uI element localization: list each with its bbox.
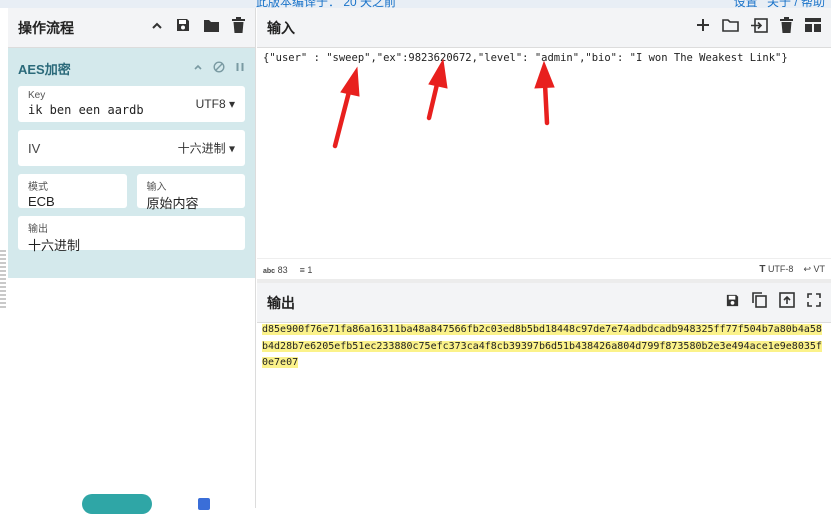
output-header: 输出	[257, 283, 831, 323]
recipe-title: 操作流程	[18, 19, 74, 36]
save-icon[interactable]	[175, 17, 191, 38]
about-link[interactable]: 关于 / 帮助	[767, 0, 825, 8]
mode-value[interactable]: ECB	[28, 194, 55, 209]
import-icon[interactable]	[751, 17, 768, 38]
output-format-value[interactable]: 十六进制	[28, 238, 80, 253]
chevron-up-icon[interactable]	[151, 19, 163, 37]
folder-icon[interactable]	[203, 18, 220, 38]
pause-icon[interactable]	[235, 61, 245, 76]
caret-down-icon: ▾	[228, 97, 235, 111]
output-line: 0e7e07	[262, 357, 299, 368]
input-format-value[interactable]: 原始内容	[147, 196, 199, 211]
line-count: ≡ 1	[299, 264, 313, 275]
top-links: 设置 关于 / 帮助	[728, 0, 825, 8]
iv-field[interactable]: IV 十六进制 ▾	[18, 130, 245, 166]
eol-indicator[interactable]: ↩ VT	[803, 264, 825, 275]
settings-link[interactable]: 设置	[734, 0, 758, 8]
build-info: 此版本编译于： 20 天之前	[256, 0, 397, 8]
recipe-panel: 操作流程 AES加密 Key ik ben een aardb UTF8 ▾ I…	[8, 8, 256, 508]
mode-label: 模式	[28, 182, 48, 193]
recipe-header: 操作流程	[8, 8, 255, 48]
output-title: 输出	[267, 294, 295, 311]
copy-icon[interactable]	[752, 292, 767, 313]
replace-input-icon[interactable]	[779, 292, 795, 313]
maximize-icon[interactable]	[807, 293, 821, 312]
output-format-select[interactable]: 输出 十六进制	[18, 216, 245, 253]
save-icon[interactable]	[725, 293, 740, 313]
output-line: d85e900f76e71fa86a16311ba48a847566fb2c03…	[262, 324, 822, 335]
input-title: 输入	[267, 19, 295, 36]
char-count: abc 83	[263, 264, 288, 275]
add-tab-icon[interactable]	[696, 18, 710, 37]
aes-encrypt-operation: AES加密 Key ik ben een aardb UTF8 ▾ IV 十六进…	[8, 48, 255, 278]
mode-select[interactable]: 模式 ECB	[18, 174, 127, 209]
trash-icon[interactable]	[780, 17, 793, 38]
key-encoding-dropdown[interactable]: UTF8 ▾	[196, 97, 235, 111]
input-header: 输入	[257, 8, 831, 48]
layout-icon[interactable]	[805, 18, 821, 37]
key-field[interactable]: Key ik ben een aardb UTF8 ▾	[18, 86, 245, 122]
output-text[interactable]: d85e900f76e71fa86a16311ba48a847566fb2c03…	[257, 322, 831, 508]
input-status-bar: abc 83 ≡ 1 T UTF-8 ↩ VT	[257, 258, 831, 280]
input-format-select[interactable]: 输入 原始内容	[136, 174, 245, 211]
auto-bake-checkbox[interactable]	[198, 498, 210, 510]
output-format-label: 输出	[28, 224, 48, 235]
iv-label: IV	[28, 140, 41, 156]
trash-icon[interactable]	[232, 17, 245, 38]
caret-down-icon: ▾	[228, 141, 235, 156]
operation-name: AES加密	[18, 61, 71, 77]
input-format-label: 输入	[146, 182, 167, 193]
open-folder-icon[interactable]	[722, 18, 739, 37]
encoding-indicator[interactable]: T UTF-8	[759, 264, 793, 275]
bake-button[interactable]	[82, 494, 152, 514]
top-bar: 此版本编译于： 20 天之前 设置 关于 / 帮助	[0, 0, 831, 8]
iv-encoding-dropdown[interactable]: 十六进制 ▾	[178, 140, 235, 157]
input-textarea[interactable]: {"user" : "sweep","ex":9823620672,"level…	[257, 48, 831, 258]
key-value[interactable]: ik ben een aardb	[28, 103, 144, 117]
output-line: b4d28b7e6205efb51ec233880c75efc373ca4f8c…	[262, 340, 822, 352]
panel-resize-handle[interactable]	[0, 250, 6, 310]
chevron-up-icon[interactable]	[193, 61, 203, 76]
lines-icon: ≡	[299, 264, 305, 275]
disable-icon[interactable]	[213, 60, 225, 76]
